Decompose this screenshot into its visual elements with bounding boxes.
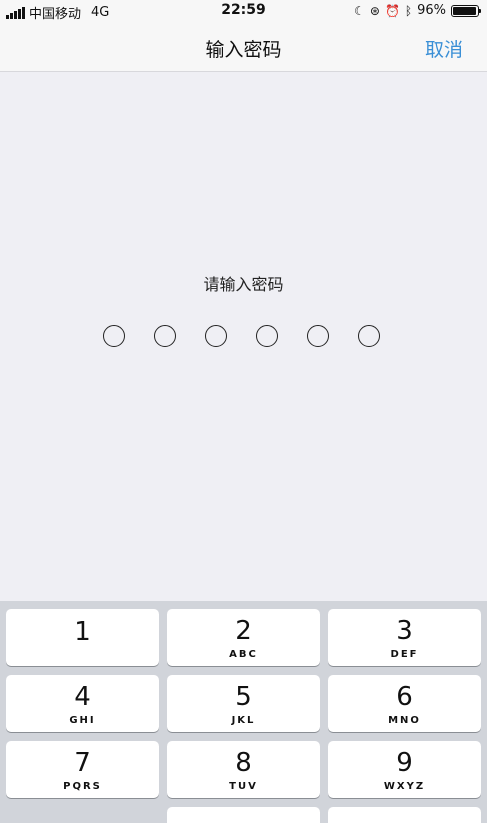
key-3[interactable]: 3 DEF xyxy=(328,609,481,666)
key-2[interactable]: 2 ABC xyxy=(167,609,320,666)
key-1[interactable]: 1 xyxy=(6,609,159,666)
passcode-dot xyxy=(205,325,227,347)
key-letters: ABC xyxy=(229,649,258,660)
nav-bar: 输入密码 取消 xyxy=(0,22,487,72)
passcode-dots xyxy=(103,325,380,347)
key-letters: GHI xyxy=(69,715,96,726)
passcode-dot xyxy=(358,325,380,347)
battery-fill xyxy=(453,6,477,15)
key-letters: PQRS xyxy=(63,781,102,792)
key-digit: 4 xyxy=(74,682,91,712)
key-letters: JKL xyxy=(231,715,256,726)
key-digit: 8 xyxy=(235,748,252,778)
passcode-dot xyxy=(307,325,329,347)
key-5[interactable]: 5 JKL xyxy=(167,675,320,732)
key-digit: 7 xyxy=(74,748,91,778)
key-digit: 3 xyxy=(396,616,413,646)
moon-icon: ☾ xyxy=(354,3,365,18)
key-7[interactable]: 7 PQRS xyxy=(6,741,159,798)
alarm-icon: ⏰ xyxy=(384,3,400,18)
key-letters: MNO xyxy=(388,715,421,726)
key-digit: 2 xyxy=(235,616,252,646)
delete-key[interactable] xyxy=(328,807,481,823)
passcode-dot xyxy=(154,325,176,347)
passcode-dot xyxy=(256,325,278,347)
key-6[interactable]: 6 MNO xyxy=(328,675,481,732)
key-digit: 5 xyxy=(235,682,252,712)
key-0[interactable] xyxy=(167,807,320,823)
key-8[interactable]: 8 TUV xyxy=(167,741,320,798)
cancel-button[interactable]: 取消 xyxy=(425,35,463,62)
key-4[interactable]: 4 GHI xyxy=(6,675,159,732)
key-digit: 9 xyxy=(396,748,413,778)
status-right: ☾ ⊛ ⏰ ᛒ 96% xyxy=(354,3,481,18)
status-bar: 中国移动 4G 22:59 ☾ ⊛ ⏰ ᛒ 96% xyxy=(0,0,487,22)
passcode-prompt: 请输入密码 xyxy=(203,275,284,294)
key-letters: DEF xyxy=(390,649,419,660)
key-digit: 6 xyxy=(396,682,413,712)
key-digit: 1 xyxy=(74,617,91,647)
key-letters: TUV xyxy=(229,781,258,792)
key-letters: WXYZ xyxy=(383,781,426,792)
numeric-keypad: 1 2 ABC 3 DEF 4 GHI 5 JKL 6 MNO 7 PQRS 8 TUV 9 WXYZ xyxy=(0,601,487,823)
bluetooth-icon: ᛒ xyxy=(404,3,413,18)
key-9[interactable]: 9 WXYZ xyxy=(328,741,481,798)
passcode-dot xyxy=(103,325,125,347)
battery-icon xyxy=(451,4,481,17)
page-title: 输入密码 xyxy=(205,39,282,61)
orientation-lock-icon: ⊛ xyxy=(369,3,380,18)
battery-percent: 96% xyxy=(417,3,446,18)
